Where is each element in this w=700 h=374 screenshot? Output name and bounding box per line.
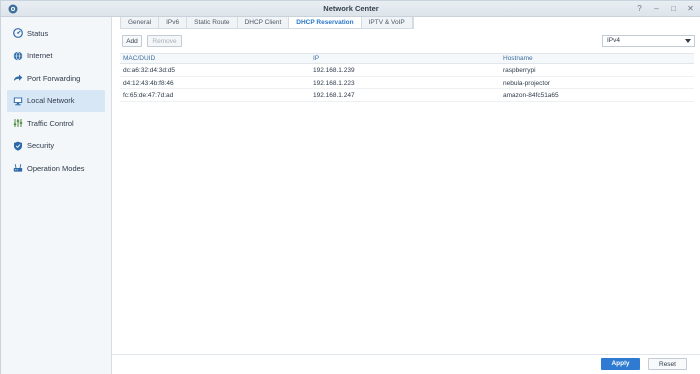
apply-button[interactable]: Apply — [601, 358, 640, 370]
sidebar-item-traffic-control[interactable]: Traffic Control — [1, 112, 111, 135]
table-header: MAC/DUID IP Hostname — [120, 54, 694, 64]
sidebar-item-label: Local Network — [27, 96, 75, 106]
add-button[interactable]: Add — [122, 35, 142, 47]
ip-version-select[interactable]: IPv4 — [602, 35, 695, 47]
ip-cell: 192.168.1.223 — [313, 79, 355, 87]
ip-version-value: IPv4 — [607, 37, 621, 44]
arrow-forward-icon — [14, 74, 23, 82]
sidebar-item-port-forwarding[interactable]: Port Forwarding — [1, 67, 111, 90]
help-button[interactable]: ? — [635, 3, 644, 14]
router-icon — [13, 164, 23, 172]
title-bar: Network Center ? – □ ✕ — [1, 1, 700, 17]
mac-cell: d4:12:43:4b:f8:46 — [123, 79, 174, 87]
sidebar-item-security[interactable]: Security — [1, 135, 111, 158]
minimize-button[interactable]: – — [652, 3, 661, 14]
status-gauge-icon — [13, 28, 23, 39]
table-row[interactable]: fc:65:de:47:7d:ad 192.168.1.247 amazon-8… — [120, 89, 694, 102]
window-controls: ? – □ ✕ — [635, 3, 695, 14]
column-header-ip[interactable]: IP — [313, 55, 319, 62]
network-center-window: Network Center ? – □ ✕ Status Internet P… — [0, 0, 700, 374]
sidebar-item-label: Traffic Control — [27, 118, 74, 128]
local-network-icon — [13, 97, 23, 106]
tab-ipv6[interactable]: IPv6 — [159, 17, 188, 28]
ip-cell: 192.168.1.247 — [313, 92, 355, 99]
column-header-mac[interactable]: MAC/DUID — [123, 55, 155, 62]
sidebar-item-label: Operation Modes — [27, 163, 85, 173]
chevron-down-icon — [685, 39, 691, 43]
hostname-cell: raspberrypi — [503, 67, 536, 74]
sliders-icon — [13, 119, 23, 128]
remove-button[interactable]: Remove — [147, 35, 182, 47]
sidebar-item-internet[interactable]: Internet — [1, 45, 111, 68]
globe-icon — [13, 51, 23, 61]
tab-general[interactable]: General — [121, 17, 160, 28]
mac-cell: fc:65:de:47:7d:ad — [123, 92, 174, 99]
mac-cell: dc:a6:32:d4:3d:d5 — [123, 67, 176, 74]
close-button[interactable]: ✕ — [686, 3, 695, 14]
column-header-hostname[interactable]: Hostname — [503, 55, 533, 62]
footer-bar: Apply Reset — [112, 354, 700, 374]
reset-button[interactable]: Reset — [648, 358, 687, 370]
ip-cell: 192.168.1.239 — [313, 67, 355, 74]
sidebar-item-label: Internet — [27, 51, 53, 61]
sidebar: Status Internet Port Forwarding Local Ne… — [1, 17, 112, 374]
sidebar-item-label: Port Forwarding — [27, 73, 81, 83]
sidebar-item-status[interactable]: Status — [1, 22, 111, 45]
reservation-table: MAC/DUID IP Hostname dc:a6:32:d4:3d:d5 1… — [120, 53, 694, 352]
sidebar-item-label: Security — [27, 141, 55, 151]
hostname-cell: amazon-84fc51a65 — [503, 92, 559, 99]
toolbar: Add Remove IPv4 — [120, 35, 695, 49]
maximize-button[interactable]: □ — [669, 3, 678, 14]
tab-dhcp-reservation[interactable]: DHCP Reservation — [289, 17, 362, 28]
sidebar-item-label: Status — [27, 28, 49, 38]
tab-iptv-voip[interactable]: IPTV & VoIP — [362, 17, 413, 28]
tab-bar: General IPv6 Static Route DHCP Client DH… — [120, 17, 414, 29]
window-title: Network Center — [323, 4, 379, 13]
shield-icon — [14, 141, 22, 151]
tab-static-route[interactable]: Static Route — [187, 17, 238, 28]
table-row[interactable]: dc:a6:32:d4:3d:d5 192.168.1.239 raspberr… — [120, 64, 694, 77]
tab-dhcp-client[interactable]: DHCP Client — [238, 17, 290, 28]
sidebar-item-local-network[interactable]: Local Network — [7, 89, 105, 112]
hostname-cell: nebula-projector — [503, 79, 550, 87]
sidebar-item-operation-modes[interactable]: Operation Modes — [1, 157, 111, 180]
main-content: General IPv6 Static Route DHCP Client DH… — [112, 17, 700, 374]
table-row[interactable]: d4:12:43:4b:f8:46 192.168.1.223 nebula-p… — [120, 77, 694, 89]
